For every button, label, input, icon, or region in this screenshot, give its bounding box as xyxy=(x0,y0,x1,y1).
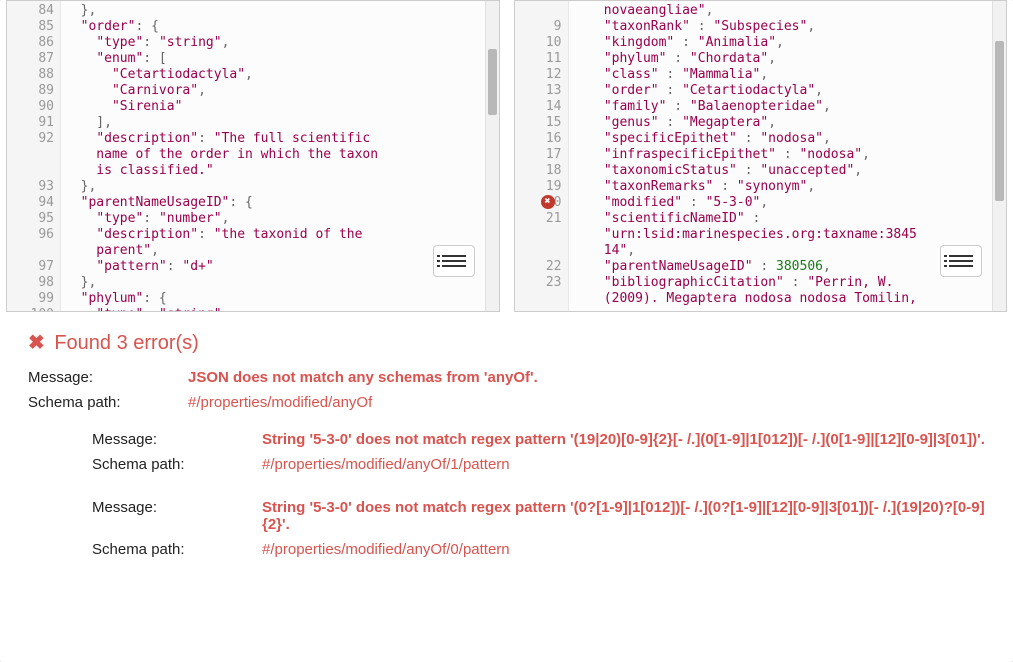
error-row: Schema path: #/properties/modified/anyOf xyxy=(28,394,985,411)
value-schema-path: #/properties/modified/anyOf/0/pattern xyxy=(262,541,985,558)
label-message: Message: xyxy=(92,431,262,448)
value-schema-path: #/properties/modified/anyOf xyxy=(188,394,985,411)
code-left[interactable]: }, "order": { "type": "string", "enum": … xyxy=(61,1,485,311)
validation-results: ✖ Found 3 error(s) Message: JSON does no… xyxy=(0,312,1013,570)
sub-errors: Message: String '5-3-0' does not match r… xyxy=(92,431,985,558)
error-row: Schema path: #/properties/modified/anyOf… xyxy=(92,456,985,473)
app-frame: 84858687888990919293949596979899100 }, "… xyxy=(0,0,1013,662)
label-schema-path: Schema path: xyxy=(28,394,188,411)
label-message: Message: xyxy=(28,369,188,386)
error-marker-icon[interactable]: ✖ xyxy=(541,195,555,209)
error-row: Schema path: #/properties/modified/anyOf… xyxy=(92,541,985,558)
label-message: Message: xyxy=(92,499,262,533)
error-heading-text: Found 3 error(s) xyxy=(54,332,199,354)
schema-editor[interactable]: 84858687888990919293949596979899100 }, "… xyxy=(6,0,500,312)
value-message: JSON does not match any schemas from 'an… xyxy=(188,369,985,386)
gutter-left: 84858687888990919293949596979899100 xyxy=(7,1,61,311)
close-icon: ✖ xyxy=(28,332,45,354)
scrollbar-right[interactable] xyxy=(992,1,1006,311)
scrollbar-left[interactable] xyxy=(485,1,499,311)
editor-split: 84858687888990919293949596979899100 }, "… xyxy=(0,0,1013,312)
code-right[interactable]: novaeangliae", "taxonRank" : "Subspecies… xyxy=(569,1,993,311)
error-row: Message: JSON does not match any schemas… xyxy=(28,369,985,386)
list-button-left[interactable] xyxy=(433,245,475,277)
scroll-thumb-right[interactable] xyxy=(995,41,1004,201)
value-message: String '5-3-0' does not match regex patt… xyxy=(262,431,985,448)
value-message: String '5-3-0' does not match regex patt… xyxy=(262,499,985,533)
list-button-right[interactable] xyxy=(940,245,982,277)
gutter-right: 91011121314151617181920212223 xyxy=(515,1,569,311)
error-heading: ✖ Found 3 error(s) xyxy=(28,330,985,355)
value-schema-path: #/properties/modified/anyOf/1/pattern xyxy=(262,456,985,473)
label-schema-path: Schema path: xyxy=(92,456,262,473)
scroll-thumb-left[interactable] xyxy=(488,49,497,115)
label-schema-path: Schema path: xyxy=(92,541,262,558)
error-row: Message: String '5-3-0' does not match r… xyxy=(92,431,985,448)
data-editor[interactable]: 91011121314151617181920212223 novaeangli… xyxy=(514,0,1008,312)
error-row: Message: String '5-3-0' does not match r… xyxy=(92,499,985,533)
